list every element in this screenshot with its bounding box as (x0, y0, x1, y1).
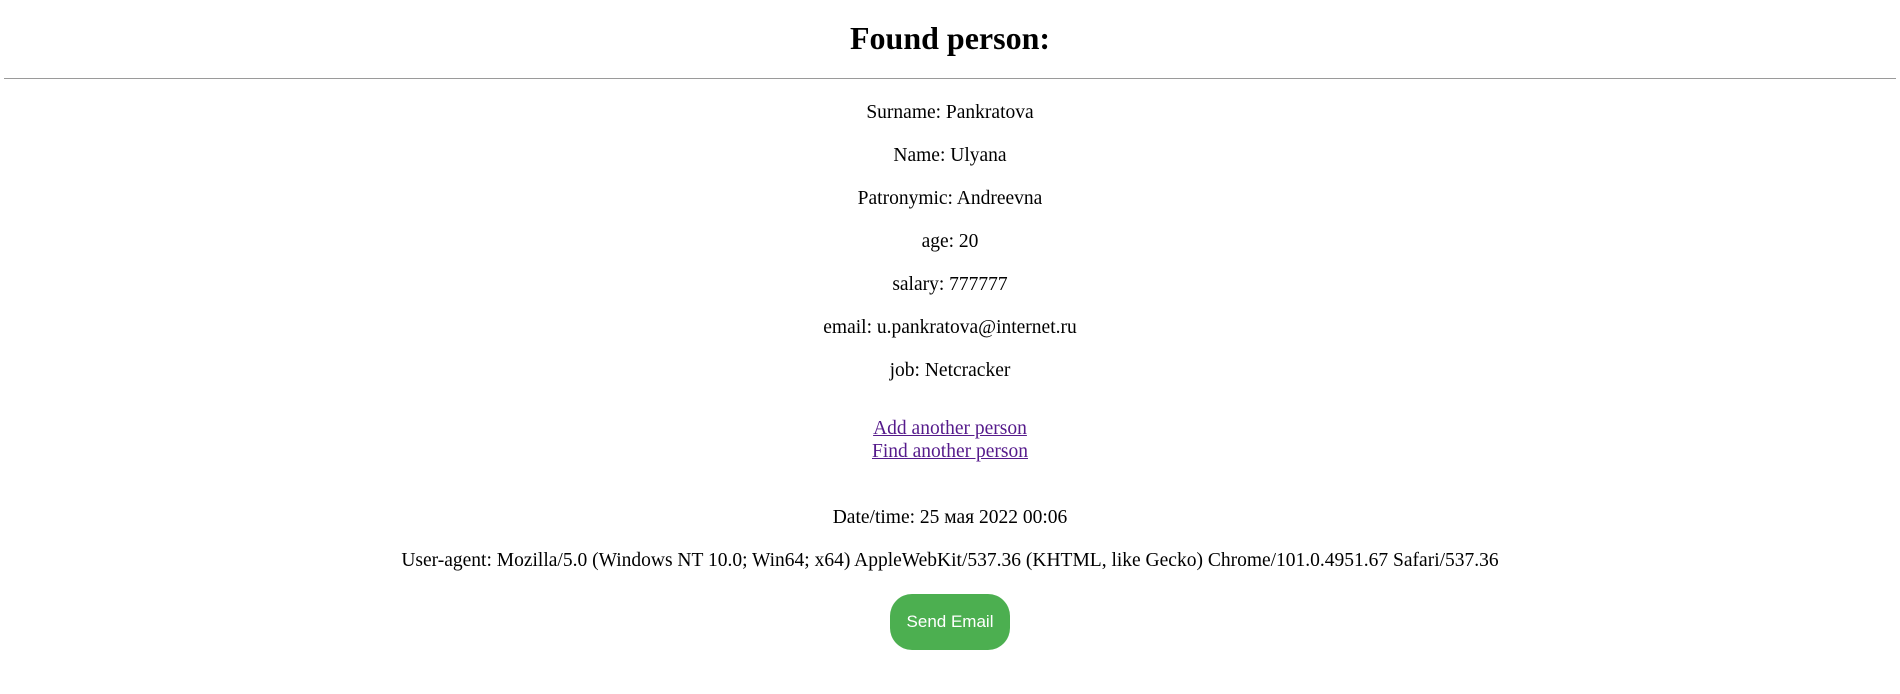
surname-field: Surname: Pankratova (866, 102, 1034, 123)
add-another-person-link[interactable]: Add another person (0, 417, 1900, 440)
page: Found person: Surname: Pankratova Name: … (0, 0, 1900, 650)
title-divider (4, 78, 1896, 79)
job-field: job: Netcracker (889, 360, 1011, 381)
datetime-text: Date/time: 25 мая 2022 00:06 (832, 507, 1068, 528)
user-agent-text: User-agent: Mozilla/5.0 (Windows NT 10.0… (401, 550, 1499, 571)
send-email-button[interactable]: Send Email (890, 594, 1010, 650)
patronymic-field: Patronymic: Andreevna (857, 188, 1043, 209)
page-title: Found person: (849, 20, 1051, 56)
name-field: Name: Ulyana (893, 145, 1007, 166)
person-details: Surname: Pankratova Name: Ulyana Patrony… (0, 101, 1900, 382)
navigation-links: Add another person Find another person (0, 417, 1900, 463)
salary-field: salary: 777777 (892, 274, 1008, 295)
email-field: email: u.pankratova@internet.ru (823, 317, 1077, 338)
age-field: age: 20 (921, 231, 979, 252)
request-info: Date/time: 25 мая 2022 00:06 User-agent:… (0, 506, 1900, 572)
find-another-person-link[interactable]: Find another person (0, 440, 1900, 463)
